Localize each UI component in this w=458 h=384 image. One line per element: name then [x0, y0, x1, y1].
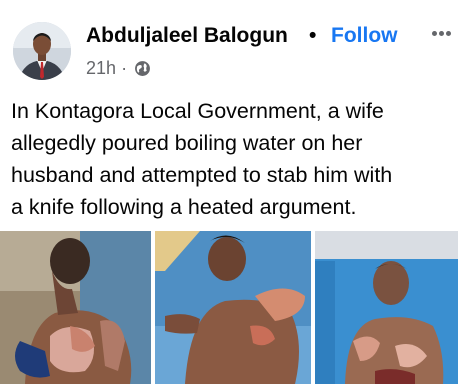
author-name[interactable]: Abduljaleel Balogun: [86, 24, 288, 48]
photo-2[interactable]: [155, 231, 311, 384]
separator-dot: •: [309, 24, 317, 47]
avatar[interactable]: [13, 22, 71, 80]
follow-button[interactable]: Follow: [331, 24, 398, 48]
post-header: Abduljaleel Balogun • Follow 21h ·: [0, 0, 458, 95]
meta-dot: ·: [121, 58, 128, 78]
globe-icon: [135, 61, 150, 76]
photo-1[interactable]: [0, 231, 151, 384]
post-meta: 21h ·: [86, 58, 127, 79]
post-text-line: In Kontagora Local Government, a wife: [11, 99, 384, 123]
post-text: In Kontagora Local Government, a wife al…: [11, 95, 451, 223]
photo-grid: [0, 231, 458, 384]
post-text-line: husband and attempted to stab him with: [11, 163, 393, 187]
timestamp[interactable]: 21h: [86, 58, 116, 78]
photo-3[interactable]: [315, 231, 458, 384]
more-options-icon[interactable]: [424, 22, 456, 44]
post-text-line: allegedly poured boiling water on her: [11, 131, 363, 155]
post-text-line: a knife following a heated argument.: [11, 195, 357, 219]
